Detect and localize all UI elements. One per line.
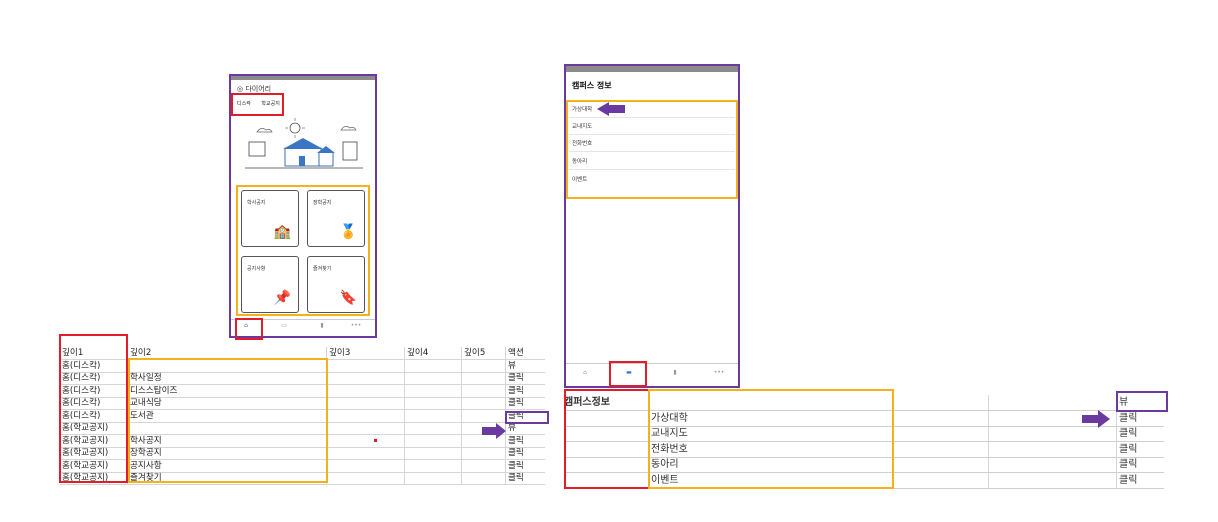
header-depth3: 깊이3 — [329, 348, 351, 358]
chart-icon[interactable]: ▮ — [666, 369, 684, 376]
chart-icon[interactable]: ▮ — [313, 322, 331, 329]
app-logo-text: 다이어리 — [245, 85, 272, 93]
menu-highlight — [566, 100, 738, 199]
cell-action: 뷰 — [508, 360, 516, 371]
status-bar — [566, 66, 738, 72]
header-depth4: 깊이4 — [407, 348, 429, 358]
campus-illustration — [245, 118, 363, 169]
arrow-icon — [482, 423, 506, 439]
header-depth5: 깊이5 — [464, 348, 486, 358]
cell-action: 클릭 — [1119, 459, 1138, 470]
view-highlight — [1116, 391, 1168, 412]
card-label: 공지사항 — [247, 266, 266, 272]
phone-screen-campus-info: 캠퍼스 정보 가상대학 교내지도 전화번호 동아리 이벤트 ⌂ ▬ ▮ ••• — [564, 64, 740, 388]
card-label: 장학공지 — [313, 200, 332, 206]
bottom-nav: ⌂ ▬ ▮ ••• — [566, 363, 738, 386]
cell-action: 클릭 — [1119, 443, 1138, 455]
medal-icon: 🏅 — [339, 224, 357, 240]
cell-action: 클릭 — [508, 473, 524, 483]
card-scholarship-notice[interactable]: 장학공지 🏅 — [307, 190, 365, 247]
arrow-icon — [597, 102, 625, 116]
cell-action: 클릭 — [508, 460, 524, 471]
chat-icon[interactable]: ▭ — [275, 322, 293, 329]
card-label: 학사공지 — [247, 200, 266, 206]
more-icon[interactable]: ••• — [710, 369, 728, 376]
header-action: 액션 — [508, 348, 524, 358]
cell-action: 클릭 — [1119, 474, 1138, 486]
bookmark-icon: 🔖 — [339, 290, 357, 306]
chat-nav-highlight — [609, 361, 647, 387]
home-icon[interactable]: ⌂ — [576, 369, 594, 376]
depth1-column-highlight — [59, 334, 128, 483]
page-title: 캠퍼스 정보 — [572, 81, 612, 90]
status-bar — [231, 76, 375, 80]
cell-action: 클릭 — [508, 435, 524, 446]
pin-icon: 📌 — [273, 290, 291, 306]
cell-action: 클릭 — [1119, 412, 1138, 424]
card-favorites[interactable]: 즐겨찾기 🔖 — [307, 256, 365, 313]
action-highlight — [505, 411, 549, 424]
arrow-icon — [1082, 410, 1110, 428]
menu-item-club[interactable]: 동아리 — [572, 157, 587, 165]
cell-action: 클릭 — [1119, 428, 1138, 439]
card-notices[interactable]: 공지사항 📌 — [241, 256, 299, 313]
depth2-column-highlight — [648, 389, 894, 489]
home-nav-highlight — [235, 318, 263, 340]
card-academic-notice[interactable]: 학사공지 🏫 — [241, 190, 299, 247]
menu-item-campus-map[interactable]: 교내지도 — [572, 122, 592, 130]
depth1-column-highlight — [564, 389, 650, 489]
menu-item-phone[interactable]: 전화번호 — [572, 139, 592, 147]
school-icon: 🏫 — [273, 224, 291, 240]
menu-item-virtual-univ[interactable]: 가상대학 — [572, 105, 592, 113]
red-dot — [374, 439, 377, 442]
more-icon[interactable]: ••• — [347, 322, 365, 329]
cell-action: 클릭 — [508, 385, 524, 396]
cell-action: 클릭 — [508, 448, 524, 458]
tab-highlight — [231, 93, 284, 116]
depth2-column-highlight — [128, 358, 328, 483]
cell-action: 클릭 — [508, 398, 524, 408]
menu-item-event[interactable]: 이벤트 — [572, 175, 587, 183]
cell-action: 클릭 — [508, 373, 524, 383]
card-label: 즐겨찾기 — [313, 266, 332, 272]
